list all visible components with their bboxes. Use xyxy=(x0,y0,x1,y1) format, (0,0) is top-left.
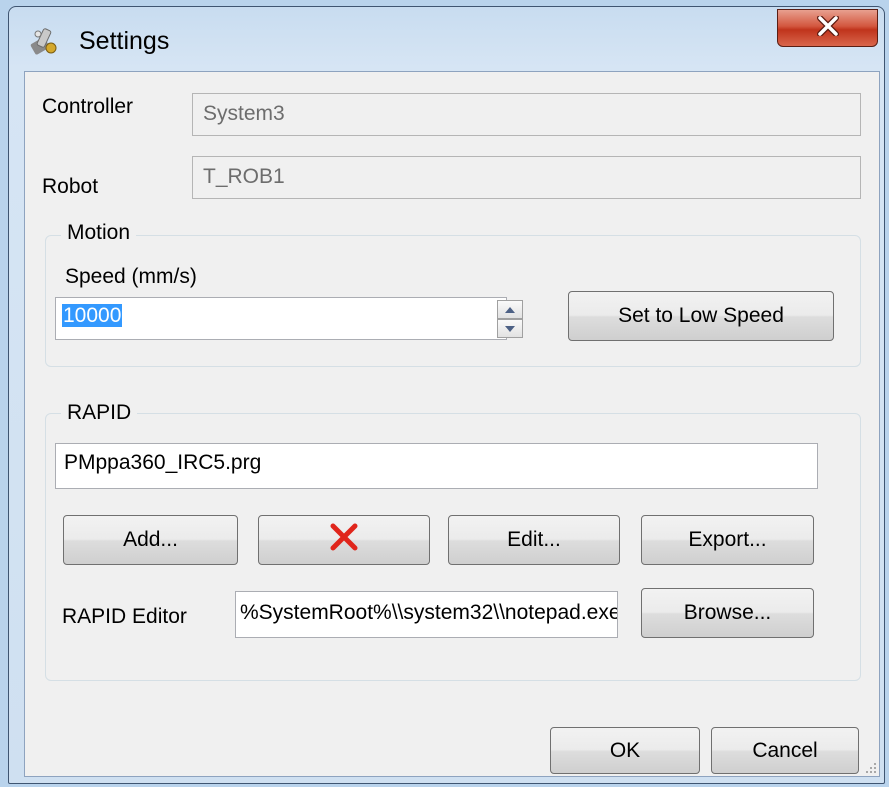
ok-button[interactable]: OK xyxy=(550,727,700,774)
browse-button[interactable]: Browse... xyxy=(641,588,814,638)
settings-window: Settings Controller System3 Robot T_ROB1… xyxy=(8,6,885,784)
speed-input[interactable]: 10000 xyxy=(55,297,507,340)
speed-label: Speed (mm/s) xyxy=(65,265,197,288)
close-icon xyxy=(816,14,839,41)
robot-label: Robot xyxy=(42,175,99,198)
rapid-editor-label: RAPID Editor xyxy=(62,605,187,628)
arrow-down-icon xyxy=(504,320,516,338)
title-bar[interactable]: Settings xyxy=(9,7,884,71)
close-button[interactable] xyxy=(777,9,878,47)
spin-down-button[interactable] xyxy=(497,319,523,338)
export-button[interactable]: Export... xyxy=(641,515,814,565)
cancel-button[interactable]: Cancel xyxy=(711,727,859,774)
robot-field: T_ROB1 xyxy=(192,156,861,199)
window-title: Settings xyxy=(79,27,170,55)
spin-up-button[interactable] xyxy=(497,300,523,319)
rapid-file-field[interactable]: PMppa360_IRC5.prg xyxy=(55,443,818,489)
rapid-group-title: RAPID xyxy=(61,401,138,425)
resize-grip-icon[interactable] xyxy=(863,760,877,774)
dialog-client-area: Controller System3 Robot T_ROB1 Motion S… xyxy=(24,71,880,777)
delete-icon xyxy=(329,523,359,557)
edit-button[interactable]: Edit... xyxy=(448,515,620,565)
controller-label: Controller xyxy=(42,95,134,118)
controller-field: System3 xyxy=(192,93,861,136)
settings-app-icon xyxy=(29,26,59,56)
delete-button[interactable] xyxy=(258,515,430,565)
speed-value: 10000 xyxy=(62,304,123,327)
add-button[interactable]: Add... xyxy=(63,515,238,565)
arrow-up-icon xyxy=(504,301,516,319)
motion-group-title: Motion xyxy=(61,221,137,245)
rapid-editor-path-field[interactable]: %SystemRoot%\\system32\\notepad.exe xyxy=(235,591,618,638)
speed-spinner[interactable] xyxy=(497,300,523,340)
set-low-speed-button[interactable]: Set to Low Speed xyxy=(568,291,834,341)
